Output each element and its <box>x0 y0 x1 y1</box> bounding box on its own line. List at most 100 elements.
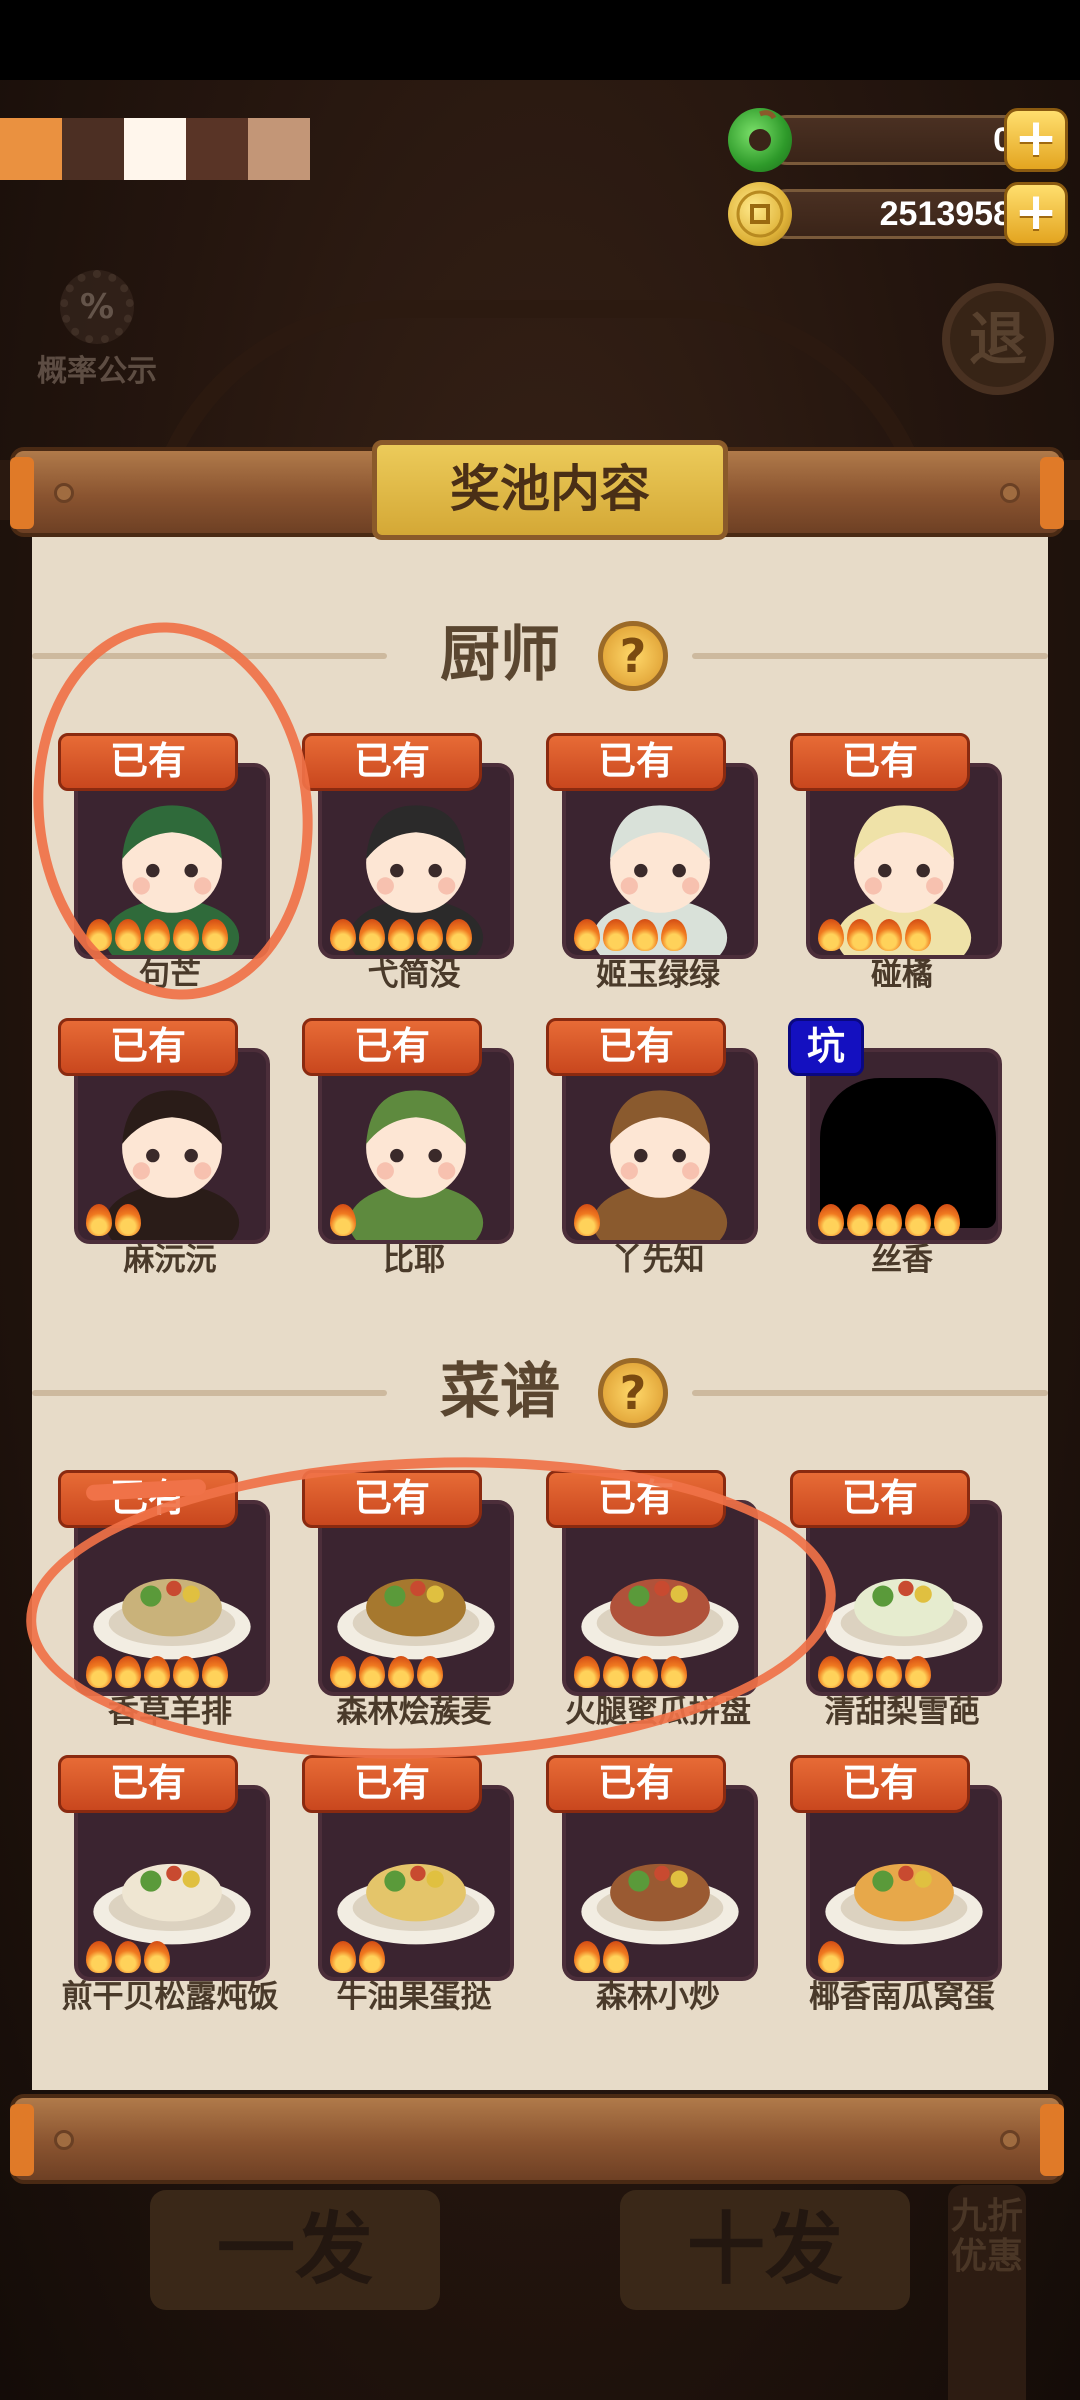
chef-name: 丝香 <box>871 1242 933 1278</box>
flame-icon <box>818 1204 844 1236</box>
chef-card[interactable]: 已有 姬玉绿绿 <box>546 733 758 993</box>
color-swatch <box>124 118 186 180</box>
chef-card[interactable]: 已有麻沅沅 <box>58 1018 270 1278</box>
ten-draw-button[interactable]: 十发 <box>620 2190 910 2310</box>
rarity-flames <box>86 1941 170 1973</box>
chef-card[interactable]: 坑丝香 <box>788 1018 1002 1278</box>
chef-portrait <box>74 1048 270 1244</box>
recipe-card[interactable]: 已有 森林烩蔟麦 <box>302 1470 514 1730</box>
coin-icon <box>728 182 792 246</box>
flame-icon <box>905 919 931 951</box>
chef-card[interactable]: 已有 比耶 <box>302 1018 514 1278</box>
owned-badge: 已有 <box>58 733 238 791</box>
flame-icon <box>603 919 629 951</box>
rarity-flames <box>574 1941 629 1973</box>
flame-icon <box>446 919 472 951</box>
recipe-card[interactable]: 已有 椰香南瓜窝蛋 <box>790 1755 1002 2015</box>
chef-card[interactable]: 已有 碰橘 <box>790 733 1002 993</box>
owned-badge: 已有 <box>546 1018 726 1076</box>
chef-card[interactable]: 已有丫先知 <box>546 1018 758 1278</box>
flame-icon <box>905 1656 931 1688</box>
probability-button[interactable]: % 概率公示 <box>22 270 172 400</box>
owned-badge: 已有 <box>58 1018 238 1076</box>
add-coin-button[interactable]: + <box>1004 182 1068 246</box>
chef-portrait <box>806 763 1002 959</box>
flame-icon <box>818 919 844 951</box>
single-draw-button[interactable]: 一发 <box>150 2190 440 2310</box>
add-jade-button[interactable]: + <box>1004 108 1068 172</box>
recipe-card[interactable]: 已有 火腿蜜瓜拼盘 <box>546 1470 758 1730</box>
chef-name: 句芒 <box>139 957 201 993</box>
flame-icon <box>115 919 141 951</box>
owned-badge: 已有 <box>546 1755 726 1813</box>
chef-card[interactable]: 已有句芒 <box>58 733 270 993</box>
owned-badge: 已有 <box>790 1470 970 1528</box>
chef-section-header: 厨师 ? <box>32 615 1048 695</box>
chef-help-icon[interactable]: ? <box>598 621 668 691</box>
owned-badge: 已有 <box>546 1470 726 1528</box>
recipe-name: 香草羊排 <box>108 1694 232 1730</box>
divider-line <box>32 653 387 659</box>
recipe-card[interactable]: 已有 森林小炒 <box>546 1755 758 2015</box>
color-swatch <box>248 118 310 180</box>
rarity-flames <box>330 1656 443 1688</box>
flame-icon <box>144 1656 170 1688</box>
flame-icon <box>574 1941 600 1973</box>
rarity-flames <box>818 919 931 951</box>
divider-line <box>692 1390 1048 1396</box>
chef-card[interactable]: 已有弋简没 <box>302 733 514 993</box>
recipe-section-header: 菜谱 ? <box>32 1352 1048 1432</box>
percent-gear-icon: % <box>60 270 134 344</box>
recipe-card[interactable]: 已有 煎干贝松露炖饭 <box>58 1755 279 2015</box>
owned-badge: 已有 <box>302 733 482 791</box>
rod-cap-right <box>1040 2104 1064 2176</box>
recipe-help-icon[interactable]: ? <box>598 1358 668 1428</box>
rarity-flames <box>86 1656 228 1688</box>
color-swatch <box>186 118 248 180</box>
flame-icon <box>818 1941 844 1973</box>
chef-name: 姬玉绿绿 <box>596 957 720 993</box>
rod-bolt <box>1000 2130 1020 2150</box>
scroll-rod-bottom <box>10 2094 1064 2184</box>
flame-icon <box>86 919 112 951</box>
rarity-flames <box>818 1941 844 1973</box>
owned-badge: 坑 <box>788 1018 864 1076</box>
recipe-name: 煎干贝松露炖饭 <box>61 1979 279 2015</box>
flame-icon <box>359 1656 385 1688</box>
chef-name: 弋简没 <box>367 957 461 993</box>
flame-icon <box>574 919 600 951</box>
recipe-portrait <box>74 1785 270 1981</box>
recipe-name: 清甜梨雪葩 <box>824 1694 980 1730</box>
recipe-portrait <box>806 1500 1002 1696</box>
flame-icon <box>574 1656 600 1688</box>
coin-resource: 2513958 + <box>728 182 1068 246</box>
rod-cap-right <box>1040 457 1064 529</box>
flame-icon <box>173 1656 199 1688</box>
rarity-flames <box>818 1204 960 1236</box>
chef-portrait <box>74 763 270 959</box>
owned-badge: 已有 <box>790 1755 970 1813</box>
rarity-flames <box>86 1204 141 1236</box>
chef-name: 麻沅沅 <box>123 1242 217 1278</box>
flame-icon <box>359 1941 385 1973</box>
recipe-card[interactable]: 已有 香草羊排 <box>58 1470 270 1730</box>
exit-button[interactable]: 退 <box>942 283 1054 395</box>
flame-icon <box>417 919 443 951</box>
recipe-portrait <box>562 1785 758 1981</box>
rarity-flames <box>574 919 687 951</box>
recipe-name: 森林烩蔟麦 <box>336 1694 492 1730</box>
flame-icon <box>202 919 228 951</box>
rarity-flames <box>330 919 472 951</box>
chef-name: 碰橘 <box>871 957 933 993</box>
recipe-card[interactable]: 已有清甜梨雪葩 <box>790 1470 1002 1730</box>
flame-icon <box>847 1204 873 1236</box>
recipe-card[interactable]: 已有 牛油果蛋挞 <box>302 1755 514 2015</box>
flame-icon <box>661 1656 687 1688</box>
flame-icon <box>388 1656 414 1688</box>
chef-name: 丫先知 <box>611 1242 705 1278</box>
discount-tag[interactable]: 九折优惠 <box>948 2185 1026 2400</box>
chef-portrait <box>562 1048 758 1244</box>
flame-icon <box>86 1656 112 1688</box>
divider-line <box>32 1390 387 1396</box>
rod-bolt <box>1000 483 1020 503</box>
